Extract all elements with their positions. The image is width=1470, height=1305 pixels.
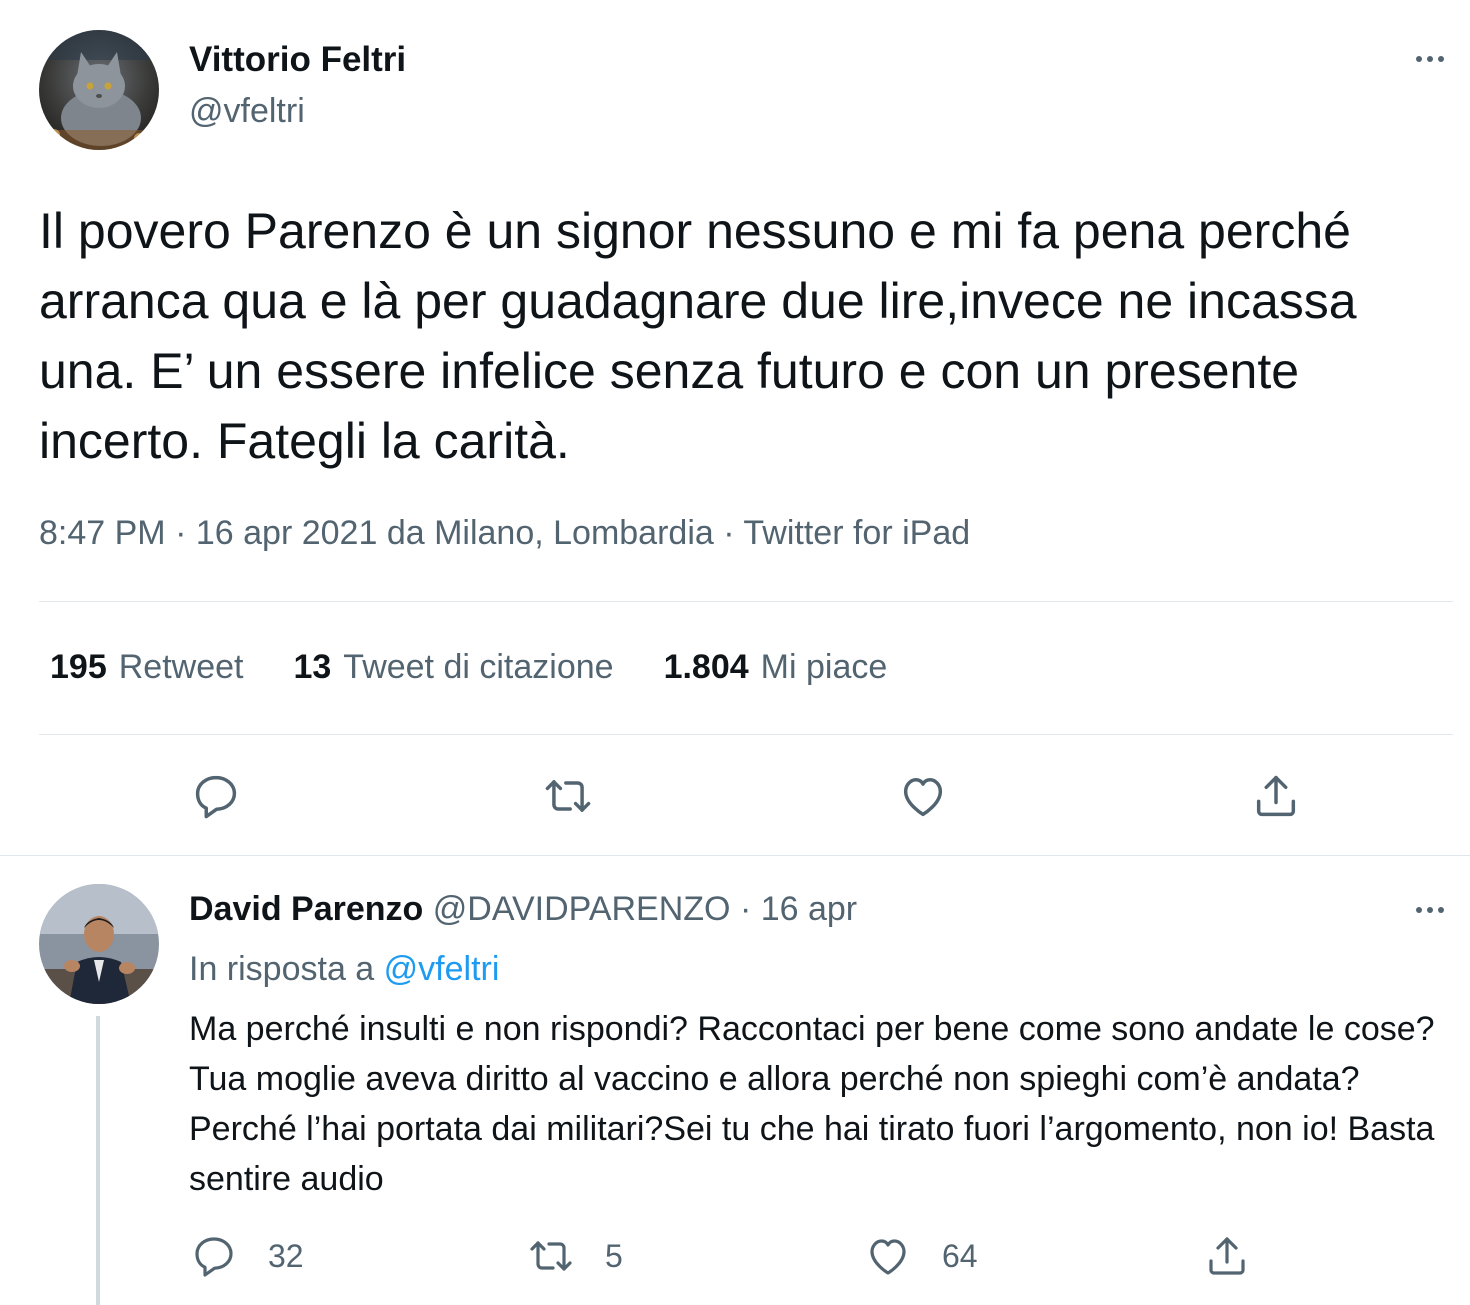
author-name[interactable]: Vittorio Feltri	[189, 40, 406, 80]
divider	[39, 601, 1453, 602]
tweet-text: Il povero Parenzo è un signor nessuno e …	[39, 203, 1371, 469]
like-button[interactable]	[897, 770, 949, 822]
reply-text: Ma perché insulti e non rispondi? Raccon…	[189, 1010, 1435, 1198]
dot-icon	[1438, 56, 1444, 62]
reply-header: David Parenzo @DAVIDPARENZO · 16 apr	[189, 890, 857, 929]
reply-button[interactable]	[190, 770, 242, 822]
likes-label: Mi piace	[760, 648, 888, 686]
likes-stat[interactable]: 1.804 Mi piace	[664, 648, 888, 687]
reply-reply-button[interactable]: 32	[190, 1232, 304, 1280]
reply-share-button[interactable]	[1203, 1232, 1251, 1280]
tweet-location[interactable]: da Milano, Lombardia	[387, 514, 714, 552]
reply-count: 32	[268, 1237, 304, 1274]
reply-retweet-button[interactable]: 5	[527, 1232, 623, 1280]
reply-like-button[interactable]: 64	[864, 1232, 978, 1280]
meta-separator: ·	[175, 514, 187, 552]
in-reply-label: In risposta a	[189, 950, 375, 988]
retweets-label: Retweet	[118, 648, 244, 686]
like-icon	[903, 778, 943, 817]
divider	[39, 734, 1453, 735]
like-icon	[870, 1239, 906, 1275]
retweet-count: 5	[605, 1237, 623, 1274]
retweet-icon	[545, 780, 591, 812]
tweet-date: 16 apr 2021	[195, 514, 378, 552]
share-icon	[1256, 775, 1296, 817]
more-options-button[interactable]	[1406, 44, 1454, 74]
person-avatar-icon	[39, 884, 159, 1004]
tweet-time-link[interactable]: 8:47 PM · 16 apr 2021	[39, 514, 377, 552]
thread-line	[96, 1016, 100, 1305]
quotes-count: 13	[293, 648, 332, 686]
in-reply-mention[interactable]: @vfeltri	[384, 950, 500, 988]
retweet-icon	[530, 1241, 572, 1271]
dot-icon	[1416, 907, 1422, 913]
reply-more-options-button[interactable]	[1406, 895, 1454, 925]
author-handle[interactable]: @vfeltri	[189, 92, 305, 131]
reply-icon	[195, 775, 237, 819]
tweet-time: 8:47 PM	[39, 514, 166, 552]
quotes-stat[interactable]: 13 Tweet di citazione	[293, 648, 613, 687]
retweets-stat[interactable]: 195 Retweet	[50, 648, 243, 687]
retweet-button[interactable]	[542, 770, 594, 822]
dot-icon	[1427, 907, 1433, 913]
reply-author-avatar[interactable]	[39, 884, 159, 1004]
share-icon	[1209, 1237, 1245, 1275]
dot-icon	[1438, 907, 1444, 913]
cat-avatar-icon	[39, 30, 159, 150]
like-count: 64	[942, 1237, 978, 1274]
tweet-separator	[0, 855, 1470, 856]
tweet-stats: 195 Retweet 13 Tweet di citazione 1.804 Mi …	[50, 648, 937, 687]
retweets-count: 195	[50, 648, 107, 686]
likes-count: 1.804	[663, 648, 749, 686]
reply-author-name[interactable]: David Parenzo	[189, 890, 423, 928]
meta-separator: ·	[723, 514, 735, 552]
tweet-metadata: 8:47 PM · 16 apr 2021 da Milano, Lombard…	[39, 514, 970, 553]
dot-icon	[1416, 56, 1422, 62]
share-button[interactable]	[1250, 770, 1302, 822]
reply-author-handle[interactable]: @DAVIDPARENZO	[433, 890, 731, 928]
reply-icon	[195, 1237, 233, 1277]
quotes-label: Tweet di citazione	[343, 648, 614, 686]
author-avatar[interactable]	[39, 30, 159, 150]
tweet-source[interactable]: Twitter for iPad	[743, 514, 970, 552]
dot-icon	[1427, 56, 1433, 62]
reply-date[interactable]: · 16 apr	[740, 890, 857, 928]
in-reply-to: In risposta a @vfeltri	[189, 950, 499, 989]
